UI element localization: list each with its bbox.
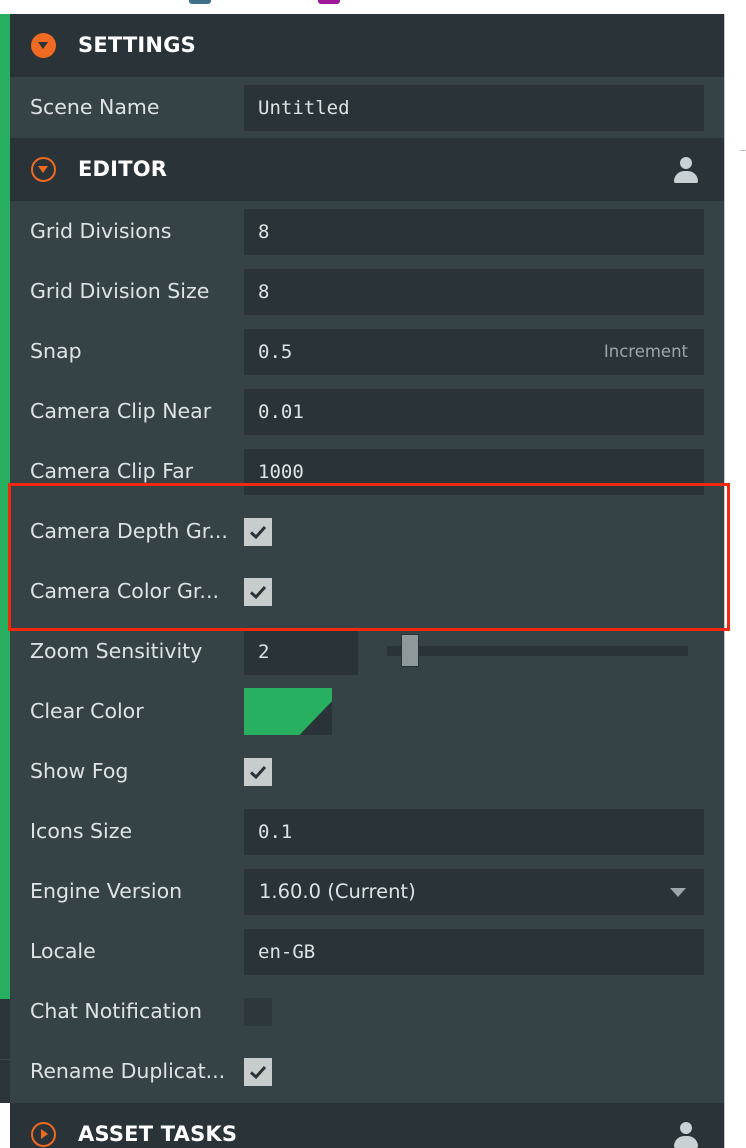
scene-name-row: Scene Name Untitled — [10, 77, 724, 137]
tab-marker-blue — [189, 0, 211, 4]
camera-depth-grab-label: Camera Depth Gr... — [30, 519, 228, 543]
asset-tasks-header[interactable]: ASSET TASKS — [10, 1103, 724, 1148]
camera-color-grab-row: Camera Color Gr... — [10, 561, 724, 621]
scene-name-label: Scene Name — [30, 95, 160, 119]
rename-duplicated-label: Rename Duplicat... — [30, 1059, 226, 1083]
zoom-sensitivity-row: Zoom Sensitivity 2 — [10, 621, 724, 681]
grid-divisions-input[interactable]: 8 — [244, 209, 704, 255]
collapse-arrow-icon[interactable] — [31, 157, 56, 182]
chat-notification-checkbox[interactable] — [244, 998, 272, 1026]
settings-panel: SETTINGS Scene Name Untitled EDITOR Grid… — [10, 14, 724, 1148]
locale-input[interactable]: en-GB — [244, 929, 704, 975]
engine-version-value: 1.60.0 (Current) — [259, 880, 416, 903]
show-fog-label: Show Fog — [30, 759, 129, 783]
settings-title: SETTINGS — [78, 33, 196, 57]
camera-clip-near-row: Camera Clip Near 0.01 — [10, 381, 724, 441]
grid-divisions-row: Grid Divisions 8 — [10, 201, 724, 261]
camera-clip-far-input[interactable]: 1000 — [244, 449, 704, 495]
zoom-sensitivity-input[interactable]: 2 — [244, 629, 358, 675]
settings-header[interactable]: SETTINGS — [10, 14, 724, 77]
show-fog-checkbox[interactable] — [244, 758, 272, 786]
camera-clip-near-input[interactable]: 0.01 — [244, 389, 704, 435]
viewport-edge — [0, 14, 10, 999]
browser-top-strip — [0, 0, 746, 15]
rename-duplicated-checkbox[interactable] — [244, 1058, 272, 1086]
show-fog-row: Show Fog — [10, 741, 724, 801]
window-edge — [724, 14, 746, 1148]
collapsed-arrow-icon[interactable] — [31, 1122, 56, 1147]
snap-value: 0.5 — [258, 341, 293, 363]
camera-depth-grab-row: Camera Depth Gr... — [10, 501, 724, 561]
chat-notification-label: Chat Notification — [30, 999, 203, 1023]
grid-divisions-label: Grid Divisions — [30, 219, 172, 243]
zoom-sensitivity-slider-handle[interactable] — [401, 634, 420, 667]
viewport-edge-dark — [0, 999, 10, 1103]
engine-version-select[interactable]: 1.60.0 (Current) — [244, 869, 704, 915]
icons-size-row: Icons Size 0.1 — [10, 801, 724, 861]
checkmark-icon — [249, 525, 267, 540]
editor-title: EDITOR — [78, 157, 168, 181]
icons-size-label: Icons Size — [30, 819, 133, 843]
zoom-sensitivity-slider-track[interactable] — [387, 646, 688, 656]
rename-duplicated-row: Rename Duplicat... — [10, 1041, 724, 1101]
expand-arrow-icon[interactable] — [31, 33, 56, 58]
camera-depth-grab-checkbox[interactable] — [244, 518, 272, 546]
zoom-sensitivity-label: Zoom Sensitivity — [30, 639, 203, 663]
camera-color-grab-label: Camera Color Gr... — [30, 579, 219, 603]
camera-clip-far-row: Camera Clip Far 1000 — [10, 441, 724, 501]
engine-version-row: Engine Version 1.60.0 (Current) — [10, 861, 724, 921]
tab-marker-purple — [318, 0, 340, 4]
user-icon[interactable] — [674, 1122, 698, 1148]
user-icon[interactable] — [674, 157, 698, 183]
grid-division-size-input[interactable]: 8 — [244, 269, 704, 315]
chat-notification-row: Chat Notification — [10, 981, 724, 1041]
snap-label: Snap — [30, 339, 82, 363]
grid-division-size-row: Grid Division Size 8 — [10, 261, 724, 321]
camera-color-grab-checkbox[interactable] — [244, 578, 272, 606]
checkmark-icon — [249, 765, 267, 780]
snap-increment-suffix: Increment — [603, 342, 688, 361]
snap-input[interactable]: 0.5 Increment — [244, 329, 704, 375]
clear-color-label: Clear Color — [30, 699, 144, 723]
clear-color-fill — [244, 688, 332, 735]
scene-name-input[interactable]: Untitled — [244, 85, 704, 131]
dropdown-caret-icon — [670, 888, 686, 897]
snap-row: Snap 0.5 Increment — [10, 321, 724, 381]
clear-color-row: Clear Color — [10, 681, 724, 741]
clear-color-swatch[interactable] — [244, 688, 332, 735]
camera-clip-near-label: Camera Clip Near — [30, 399, 212, 423]
checkmark-icon — [249, 585, 267, 600]
asset-tasks-title: ASSET TASKS — [78, 1122, 238, 1146]
camera-clip-far-label: Camera Clip Far — [30, 459, 194, 483]
checkmark-icon — [249, 1065, 267, 1080]
locale-label: Locale — [30, 939, 96, 963]
locale-row: Locale en-GB — [10, 921, 724, 981]
editor-header[interactable]: EDITOR — [10, 138, 724, 201]
grid-division-size-label: Grid Division Size — [30, 279, 210, 303]
engine-version-label: Engine Version — [30, 879, 183, 903]
icons-size-input[interactable]: 0.1 — [244, 809, 704, 855]
